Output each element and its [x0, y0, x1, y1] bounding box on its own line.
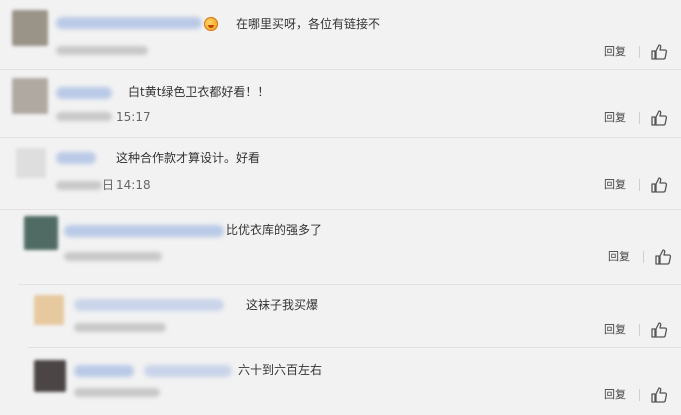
avatar[interactable]: [24, 216, 58, 250]
comment-text: 白t黄t绿色卫衣都好看！！: [128, 85, 270, 99]
reply-button[interactable]: 回复: [604, 45, 626, 59]
reply-item: 六十到六百左右 回复: [28, 348, 681, 415]
emoji-icon: [204, 17, 218, 31]
avatar[interactable]: [12, 10, 48, 46]
comment-list: 在哪里买呀，各位有链接不 回复 白t黄t绿色卫衣都好看！！ 15:17 回复 这…: [0, 0, 681, 415]
thumbs-up-icon[interactable]: [650, 43, 668, 61]
avatar[interactable]: [12, 78, 48, 114]
timestamp: [64, 252, 162, 261]
reply-button[interactable]: 回复: [604, 111, 626, 125]
comment-item: 这种合作款才算设计。好看 日 14:18 回复: [0, 138, 681, 210]
comment-text: 比优衣库的强多了: [226, 223, 323, 237]
reply-item: 比优衣库的强多了 回复: [18, 210, 681, 285]
comment-text: 六十到六百左右: [238, 363, 323, 377]
timestamp-time: 14:18: [116, 178, 151, 192]
divider: [639, 112, 640, 124]
username[interactable]: [56, 87, 112, 99]
thumbs-up-icon[interactable]: [650, 321, 668, 339]
reply-button[interactable]: 回复: [608, 250, 630, 264]
comment-item: 白t黄t绿色卫衣都好看！！ 15:17 回复: [0, 70, 681, 138]
avatar[interactable]: [16, 148, 46, 178]
timestamp: [74, 323, 166, 332]
thumbs-up-icon[interactable]: [650, 176, 668, 194]
timestamp: [56, 46, 148, 55]
avatar[interactable]: [34, 360, 66, 392]
timestamp: [56, 112, 112, 121]
username[interactable]: [64, 225, 224, 237]
comment-text: 在哪里买呀，各位有链接不: [236, 17, 381, 31]
username-ext[interactable]: [144, 365, 232, 377]
divider: [639, 324, 640, 336]
comment-item: 在哪里买呀，各位有链接不 回复: [0, 0, 681, 70]
thumbs-up-icon[interactable]: [654, 248, 672, 266]
reply-item: 这袜子我买爆 回复: [28, 285, 681, 348]
timestamp-time: 15:17: [116, 110, 151, 124]
reply-button[interactable]: 回复: [604, 388, 626, 402]
thumbs-up-icon[interactable]: [650, 109, 668, 127]
divider: [639, 46, 640, 58]
timestamp-day: 日: [102, 178, 115, 192]
username[interactable]: [56, 17, 202, 29]
avatar[interactable]: [34, 295, 64, 325]
username[interactable]: [56, 152, 96, 164]
timestamp: [74, 388, 160, 397]
username[interactable]: [74, 365, 134, 377]
reply-button[interactable]: 回复: [604, 323, 626, 337]
comment-text: 这种合作款才算设计。好看: [116, 151, 261, 165]
thumbs-up-icon[interactable]: [650, 386, 668, 404]
timestamp: [56, 181, 102, 190]
divider: [643, 251, 644, 263]
divider: [639, 389, 640, 401]
reply-button[interactable]: 回复: [604, 178, 626, 192]
divider: [639, 179, 640, 191]
username[interactable]: [74, 299, 224, 311]
comment-text: 这袜子我买爆: [246, 298, 319, 312]
